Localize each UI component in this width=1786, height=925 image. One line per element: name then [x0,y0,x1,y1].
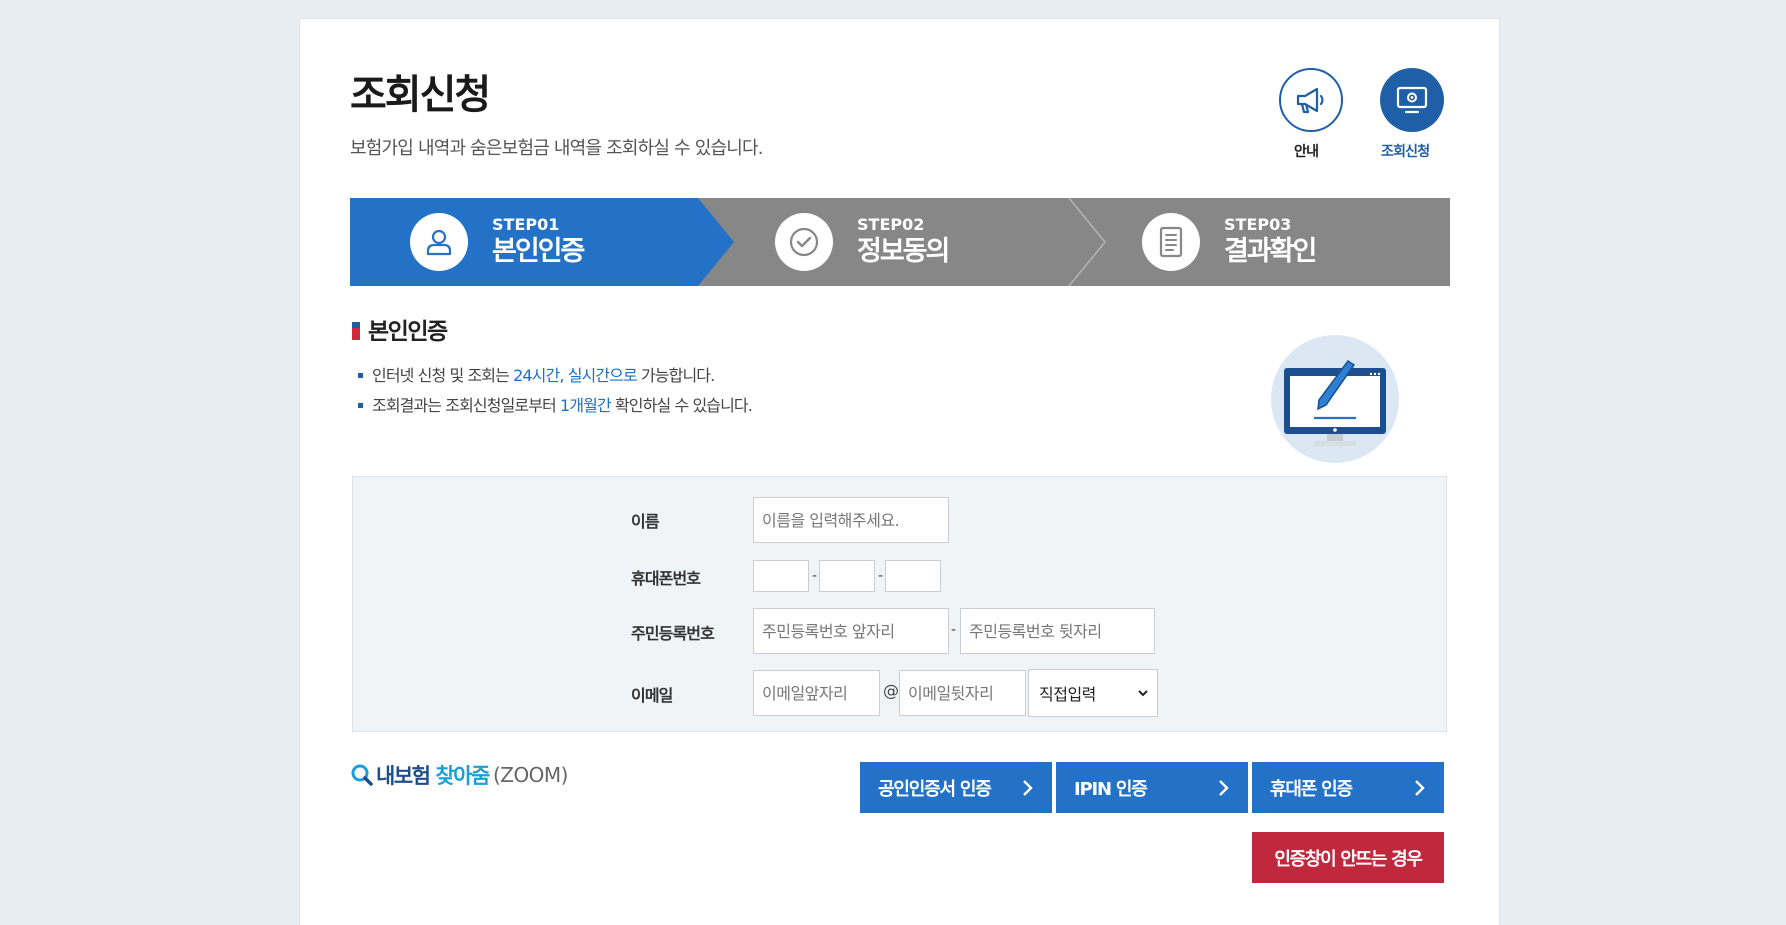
rrn-front-input[interactable] [753,608,949,654]
info-item: 조회결과는 조회신청일로부터 1개월간 확인하실 수 있습니다. [356,394,753,424]
rrn-back-input[interactable] [960,608,1155,654]
name-label: 이름 [631,512,660,531]
rrn-separator: - [951,622,957,638]
chevron-right-icon [1219,780,1229,796]
section-title: 본인인증 [368,319,448,345]
monitor-icon [1396,86,1428,114]
cert-auth-button[interactable]: 공인인증서 인증 [860,762,1052,813]
step-03: STEP03 결과확인 [1142,198,1317,286]
email-at-sign: @ [883,681,899,700]
step-number: STEP03 [1224,215,1292,234]
page-description: 보험가입 내역과 숨은보험금 내역을 조회하실 수 있습니다. [350,138,764,159]
phone-auth-label: 휴대폰 인증 [1270,778,1353,800]
popup-help-button[interactable]: 인증창이 안뜨는 경우 [1252,832,1444,883]
info-item: 인터넷 신청 및 조회는 24시간, 실시간으로 가능합니다. [356,364,752,394]
inquiry-button[interactable] [1380,68,1444,132]
popup-help-label: 인증창이 안뜨는 경우 [1274,848,1423,870]
magnifier-icon [351,764,373,786]
person-icon [426,229,452,256]
ipin-auth-button[interactable]: IPIN 인증 [1056,762,1248,813]
email-domain-select-value: 직접입력 [1039,685,1096,704]
zoom-logo: 내보험 찾아줌 (ZOOM) [350,760,568,790]
chevron-down-icon [1138,690,1148,697]
cert-auth-label: 공인인증서 인증 [878,778,992,800]
step-indicator: STEP01 본인인증 STEP02 정보동의 STEP03 결과확인 [350,198,1450,286]
check-circle-icon [789,227,819,257]
chevron-right-icon [1023,780,1033,796]
step-02: STEP02 정보동의 [775,198,950,286]
phone-first-input[interactable] [753,560,809,592]
email-label: 이메일 [631,686,673,705]
phone-label: 휴대폰번호 [631,569,701,588]
email-domain-input[interactable] [899,670,1026,716]
rrn-label: 주민등록번호 [631,624,715,643]
section-header: 본인인증 [352,312,448,346]
document-icon [1159,226,1183,258]
step-name: 정보동의 [857,236,950,267]
name-input[interactable] [753,497,949,543]
logo-part-2: 찾아줌 [435,764,490,788]
step-name: 본인인증 [492,236,585,267]
phone-auth-button[interactable]: 휴대폰 인증 [1252,762,1444,813]
guide-label[interactable]: 안내 [1294,141,1319,161]
inquiry-label[interactable]: 조회신청 [1381,141,1430,161]
step-number: STEP02 [857,215,925,234]
guide-button[interactable] [1279,68,1343,132]
phone-separator: - [812,568,818,584]
logo-part-3: (ZOOM) [492,763,569,787]
step-01: STEP01 본인인증 [410,198,585,286]
email-local-input[interactable] [753,670,880,716]
section-marker-icon [352,318,360,340]
ipin-auth-label: IPIN 인증 [1074,778,1148,800]
logo-part-1: 내보험 [376,764,431,788]
info-list: 인터넷 신청 및 조회는 24시간, 실시간으로 가능합니다. 조회결과는 조회… [356,364,753,424]
phone-middle-input[interactable] [819,560,875,592]
step-name: 결과확인 [1224,236,1317,267]
step-number: STEP01 [492,215,560,234]
page-title: 조회신청 [350,72,491,118]
phone-last-input[interactable] [885,560,941,592]
email-domain-select[interactable]: 직접입력 [1028,669,1158,717]
monitor-illustration [1271,335,1399,463]
chevron-right-icon [1415,780,1425,796]
phone-separator: - [878,568,884,584]
megaphone-icon [1296,87,1324,114]
